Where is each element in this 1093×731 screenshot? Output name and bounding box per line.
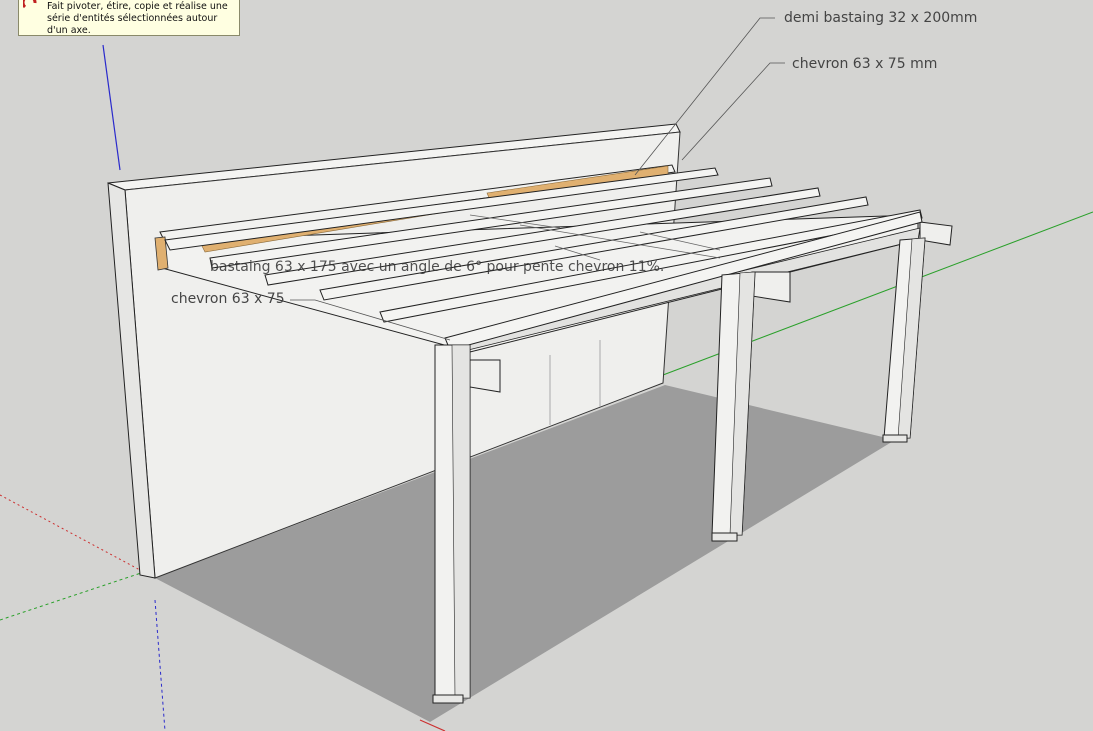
tool-tooltip: Fait pivoter, étire, copie et réalise un…: [18, 0, 240, 36]
model-viewport[interactable]: [0, 0, 1093, 731]
label-bastaing[interactable]: bastaing 63 x 175 avec un angle de 6° po…: [210, 259, 664, 275]
tooltip-text: Fait pivoter, étire, copie et réalise un…: [47, 1, 228, 36]
label-chevron-left[interactable]: chevron 63 x 75: [171, 291, 285, 307]
rotate-tool-icon: [23, 0, 37, 9]
label-demi-bastaing[interactable]: demi bastaing 32 x 200mm: [784, 10, 977, 26]
label-chevron-top[interactable]: chevron 63 x 75 mm: [792, 56, 937, 72]
